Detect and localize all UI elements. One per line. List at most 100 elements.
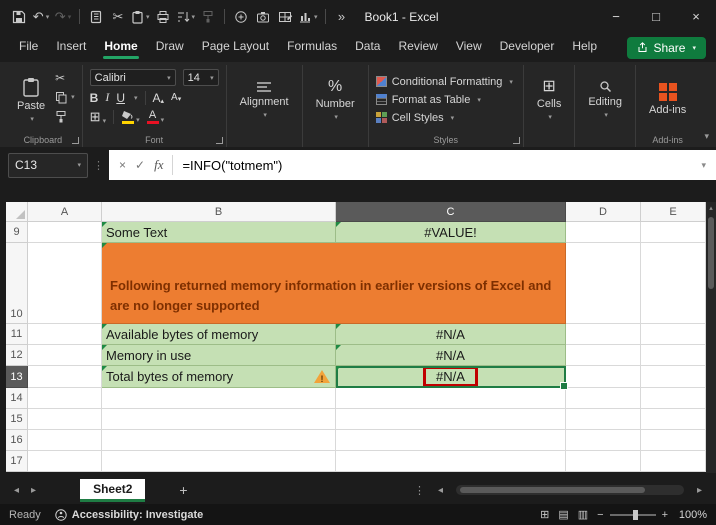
increase-font-button[interactable]: A ▴: [153, 91, 165, 105]
cell-d9[interactable]: [566, 222, 641, 243]
zoom-percentage[interactable]: 100%: [677, 509, 707, 521]
cell-a15[interactable]: [28, 409, 102, 430]
cut-button[interactable]: ✂: [55, 71, 75, 85]
maximize-button[interactable]: □: [636, 0, 676, 33]
horizontal-scrollbar-thumb[interactable]: [459, 487, 645, 493]
tab-view[interactable]: View: [447, 35, 491, 61]
cell-d11[interactable]: [566, 324, 641, 345]
cell-c15[interactable]: [336, 409, 566, 430]
column-header-c[interactable]: C: [336, 202, 566, 222]
tab-review[interactable]: Review: [389, 35, 446, 61]
formula-bar-handle[interactable]: ⋮: [88, 159, 109, 172]
zoom-in-button[interactable]: +: [662, 509, 668, 521]
vertical-scrollbar[interactable]: ▴: [706, 202, 716, 473]
paste-quick-button[interactable]: ▾: [129, 5, 152, 29]
addins-button[interactable]: Add-ins: [643, 67, 692, 132]
cell-d13[interactable]: [566, 366, 641, 388]
alignment-button[interactable]: Alignment ▾: [234, 67, 295, 132]
row-header-11[interactable]: 11: [6, 324, 28, 345]
cell-a17[interactable]: [28, 451, 102, 472]
previous-sheet-icon[interactable]: ◂: [8, 485, 25, 496]
zoom-slider-thumb[interactable]: [632, 509, 638, 520]
cell-e16[interactable]: [641, 430, 706, 451]
close-button[interactable]: ×: [676, 0, 716, 33]
cut-button[interactable]: ✂: [107, 5, 129, 29]
clipboard-dialog-launcher-icon[interactable]: [71, 137, 79, 144]
underline-button[interactable]: U: [116, 91, 125, 105]
tab-formulas[interactable]: Formulas: [278, 35, 346, 61]
cell-a9[interactable]: [28, 222, 102, 243]
new-sheet-button[interactable]: +: [169, 482, 197, 498]
cell-e10[interactable]: [641, 243, 706, 324]
cell-c14[interactable]: [336, 388, 566, 409]
sheet-tab-sheet2[interactable]: Sheet2: [80, 478, 146, 502]
cell-c13-active[interactable]: #N/A: [336, 366, 568, 390]
share-button[interactable]: Share ▾: [627, 36, 706, 59]
cell-b17[interactable]: [102, 451, 336, 472]
add-shape-button[interactable]: [230, 5, 252, 29]
minimize-button[interactable]: −: [596, 0, 636, 33]
cell-a16[interactable]: [28, 430, 102, 451]
redo-button[interactable]: ↷ ▾: [52, 5, 74, 29]
cell-e11[interactable]: [641, 324, 706, 345]
draw-table-button[interactable]: [274, 5, 296, 29]
cell-b9[interactable]: Some Text: [102, 222, 336, 243]
cell-c17[interactable]: [336, 451, 566, 472]
chart-button[interactable]: ▾: [296, 5, 320, 29]
cell-d17[interactable]: [566, 451, 641, 472]
scroll-right-icon[interactable]: ▸: [691, 485, 708, 496]
cell-a12[interactable]: [28, 345, 102, 366]
column-header-e[interactable]: E: [641, 202, 706, 222]
row-header-14[interactable]: 14: [6, 388, 28, 409]
cell-b10-merged[interactable]: Following returned memory information in…: [102, 243, 566, 324]
cell-e9[interactable]: [641, 222, 706, 243]
cell-e17[interactable]: [641, 451, 706, 472]
cell-e13[interactable]: [641, 366, 706, 388]
font-size-select[interactable]: 14 ▾: [182, 69, 219, 86]
camera-button[interactable]: [252, 5, 274, 29]
cell-a10[interactable]: [28, 243, 102, 324]
column-header-b[interactable]: B: [102, 202, 336, 222]
italic-button[interactable]: I: [105, 90, 109, 105]
font-name-select[interactable]: Calibri ▾: [89, 69, 176, 86]
tab-developer[interactable]: Developer: [491, 35, 564, 61]
tab-insert[interactable]: Insert: [47, 35, 95, 61]
cancel-button[interactable]: ×: [119, 158, 126, 172]
bold-button[interactable]: B: [90, 91, 99, 105]
cell-e12[interactable]: [641, 345, 706, 366]
tab-file[interactable]: File: [10, 35, 47, 61]
tab-home[interactable]: Home: [95, 35, 146, 61]
enter-button[interactable]: ✓: [135, 158, 145, 172]
row-header-13[interactable]: 13: [6, 366, 28, 388]
cell-b11[interactable]: Available bytes of memory: [102, 324, 336, 345]
cell-d16[interactable]: [566, 430, 641, 451]
cell-c11[interactable]: #N/A: [336, 324, 566, 345]
cell-b14[interactable]: [102, 388, 336, 409]
cell-b12[interactable]: Memory in use: [102, 345, 336, 366]
decrease-font-button[interactable]: A ▾: [171, 92, 181, 103]
normal-view-icon[interactable]: ⊞: [540, 508, 549, 521]
cell-c12[interactable]: #N/A: [336, 345, 566, 366]
format-as-table-button[interactable]: Format as Table ▾: [375, 94, 513, 106]
format-painter-quick-button[interactable]: [197, 5, 219, 29]
page-layout-view-icon[interactable]: ▤: [558, 508, 568, 521]
column-header-a[interactable]: A: [28, 202, 102, 222]
number-button[interactable]: % Number ▾: [310, 67, 361, 132]
font-color-button[interactable]: A ▾: [146, 110, 164, 124]
tab-page-layout[interactable]: Page Layout: [193, 35, 278, 61]
cell-c16[interactable]: [336, 430, 566, 451]
row-header-17[interactable]: 17: [6, 451, 28, 472]
cell-a14[interactable]: [28, 388, 102, 409]
zoom-slider[interactable]: [609, 509, 656, 520]
expand-formula-bar-icon[interactable]: ▾: [701, 160, 706, 171]
row-header-15[interactable]: 15: [6, 409, 28, 430]
next-sheet-icon[interactable]: ▸: [25, 485, 42, 496]
row-header-12[interactable]: 12: [6, 345, 28, 366]
cell-c9[interactable]: #VALUE!: [336, 222, 566, 243]
copy-button[interactable]: ▾: [55, 90, 75, 104]
horizontal-scrollbar[interactable]: [455, 485, 684, 495]
sort-button[interactable]: ▾: [174, 5, 198, 29]
insert-function-button[interactable]: fx: [154, 157, 163, 173]
page-break-view-icon[interactable]: ▥: [578, 508, 588, 521]
tab-draw[interactable]: Draw: [147, 35, 193, 61]
